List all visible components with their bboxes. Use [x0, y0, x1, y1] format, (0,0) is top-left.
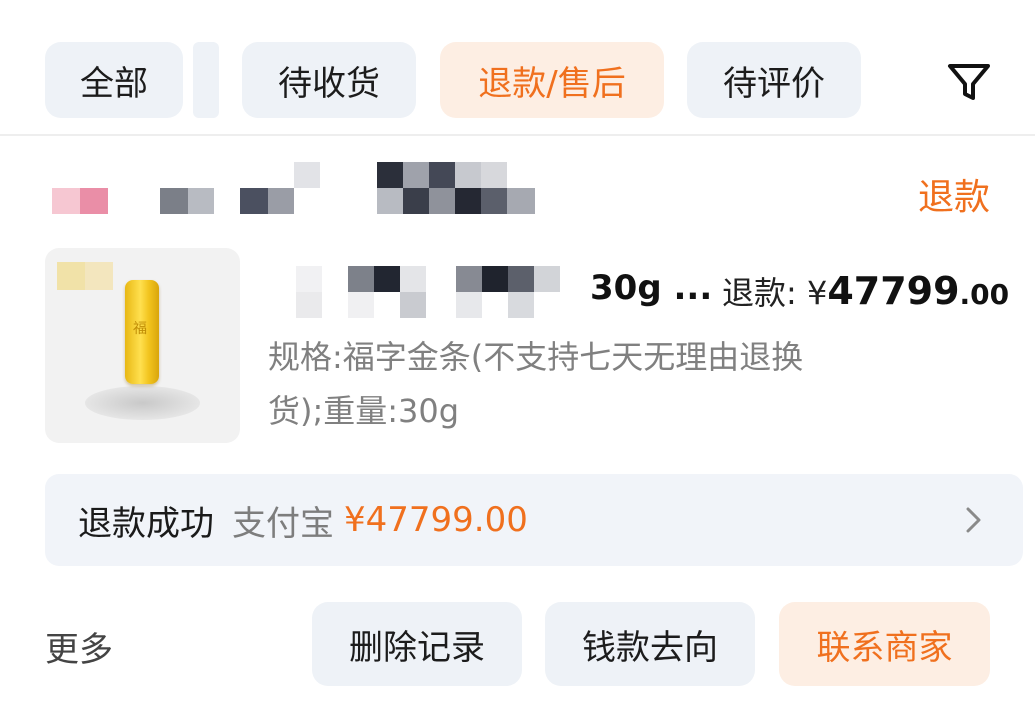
tab-all-label: 全部 — [80, 63, 148, 104]
tab-to-receive[interactable]: 待收货 — [242, 42, 416, 118]
tab-to-review-label: 待评价 — [723, 63, 825, 104]
refund-amount-int: 47799 — [827, 269, 960, 313]
refund-label: 退款: — [722, 274, 797, 312]
refund-method: 支付宝 — [232, 503, 334, 544]
product-refund-amount: 退款: ¥47799.00 — [722, 268, 1009, 314]
money-flow-button[interactable]: 钱款去向 — [545, 602, 755, 686]
tab-all[interactable]: 全部 — [45, 42, 183, 118]
refund-status-amount: ¥47799.00 — [344, 500, 528, 540]
filter-icon[interactable] — [946, 58, 992, 104]
divider — [0, 134, 1035, 136]
chevron-right-icon — [966, 507, 981, 533]
contact-seller-label: 联系商家 — [816, 627, 953, 668]
money-flow-label: 钱款去向 — [582, 627, 718, 668]
refund-status-row[interactable]: 退款成功 支付宝 ¥47799.00 — [45, 474, 1023, 566]
tab-refund-aftersale-label: 退款/售后 — [478, 63, 626, 104]
tab-refund-aftersale[interactable]: 退款/售后 — [440, 42, 664, 118]
tab-to-receive-label: 待收货 — [278, 63, 380, 104]
product-title-blurred[interactable] — [296, 266, 568, 324]
delete-record-button[interactable]: 删除记录 — [312, 602, 522, 686]
store-name-blurred[interactable] — [52, 160, 542, 218]
tab-partial[interactable] — [193, 42, 219, 118]
refund-amount-dec: .00 — [959, 278, 1010, 311]
order-status-label: 退款 — [917, 177, 990, 218]
product-title-suffix: 30g ... — [590, 268, 713, 308]
tab-to-review[interactable]: 待评价 — [687, 42, 861, 118]
contact-seller-button[interactable]: 联系商家 — [779, 602, 990, 686]
more-button[interactable]: 更多 — [45, 622, 113, 671]
refund-currency: ¥ — [806, 274, 828, 312]
product-spec: 规格:福字金条(不支持七天无理由退换货);重量:30g — [268, 338, 804, 430]
delete-record-label: 删除记录 — [349, 627, 485, 668]
gold-bar-image: 福 — [125, 280, 159, 384]
refund-status-text: 退款成功 — [78, 503, 214, 544]
product-thumbnail[interactable]: 福 — [45, 248, 240, 443]
